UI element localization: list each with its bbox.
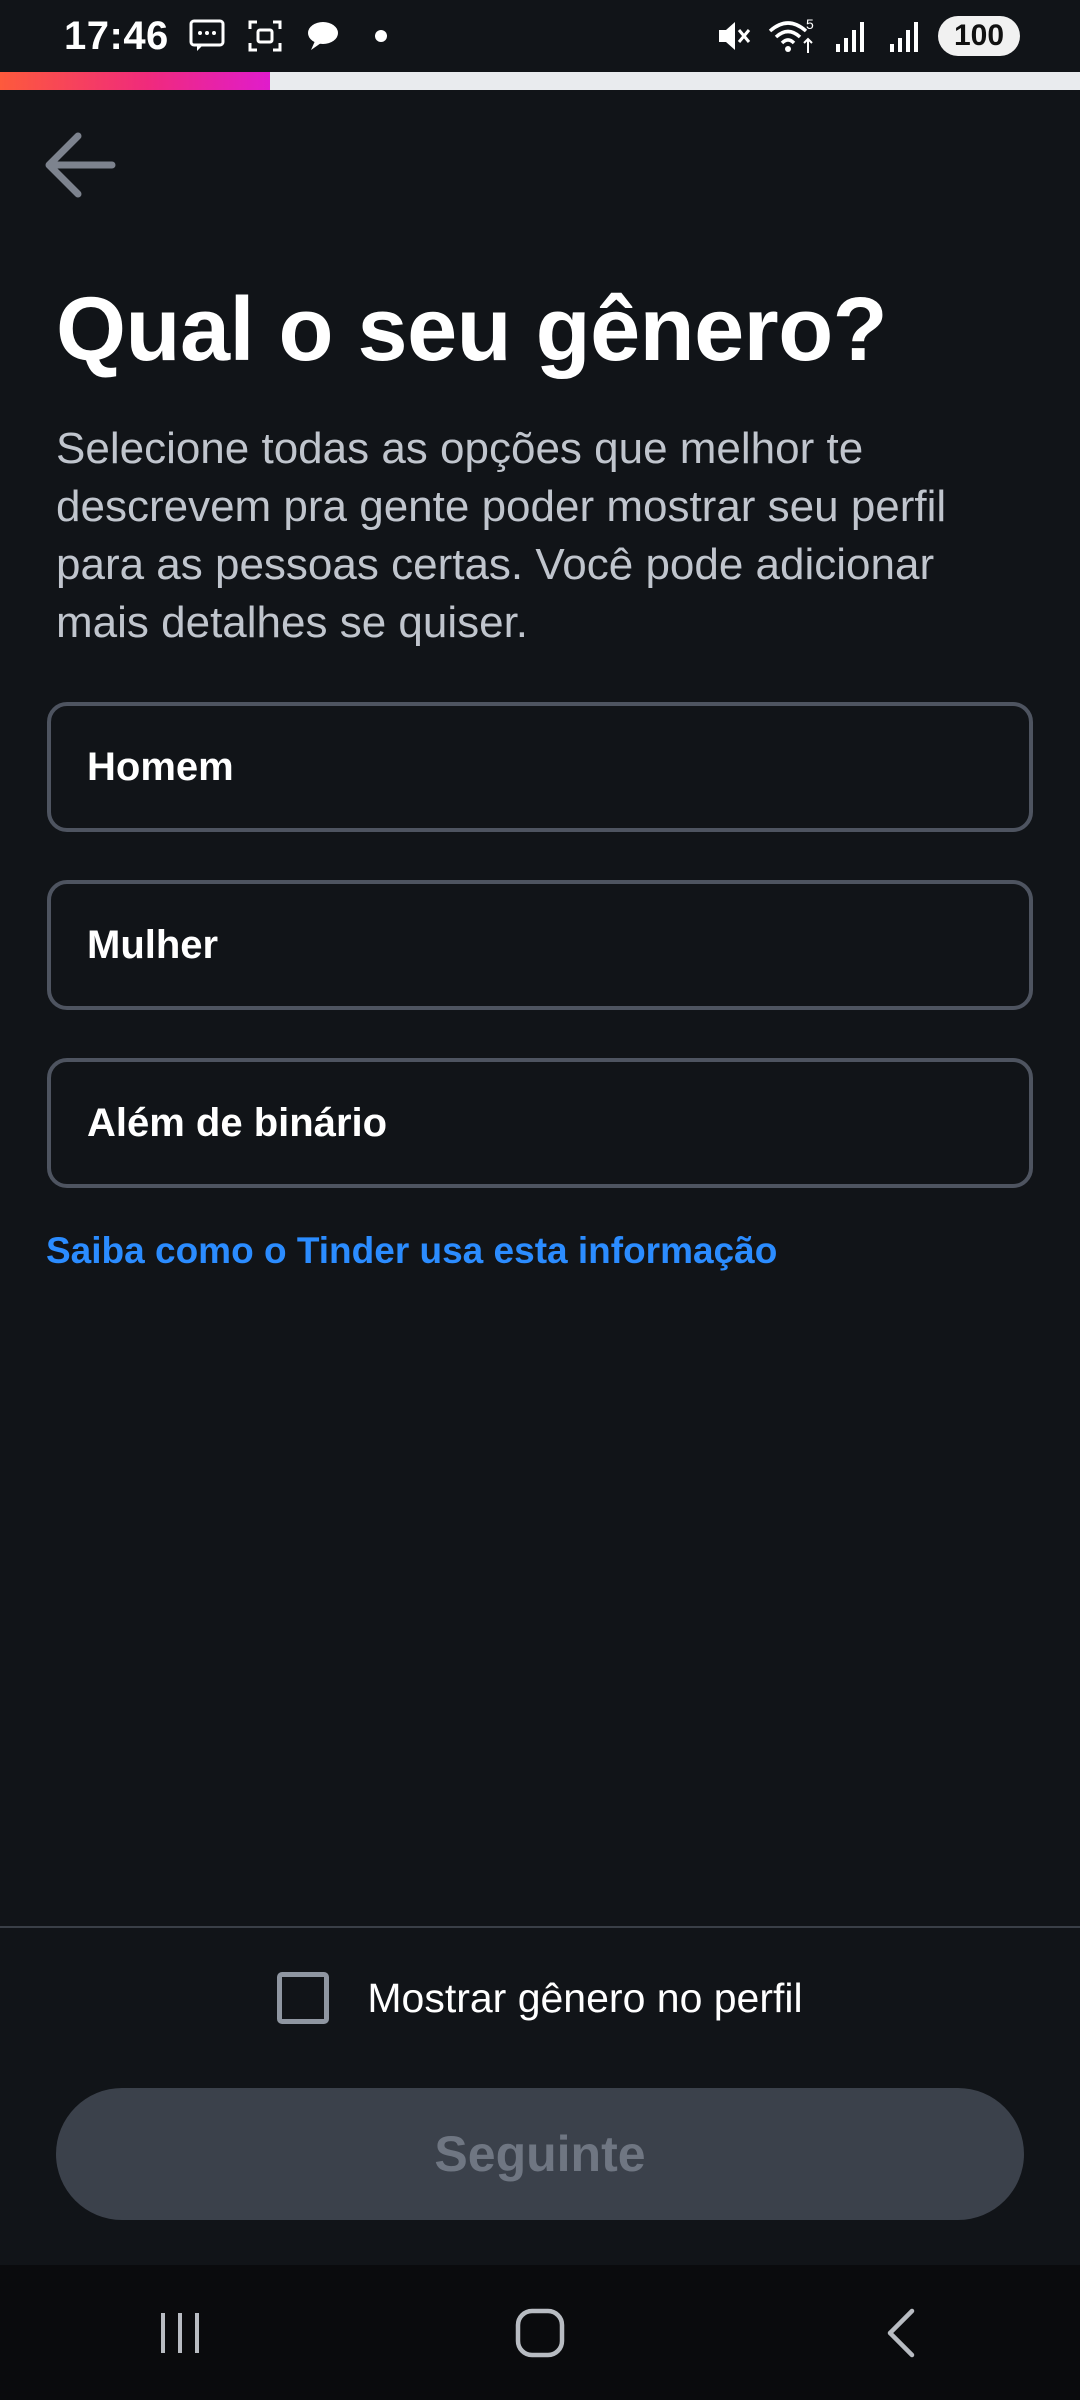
mute-icon (714, 16, 754, 56)
next-button[interactable]: Seguinte (56, 2088, 1024, 2220)
status-left: 17:46 (64, 14, 401, 59)
bottom-divider (0, 1926, 1080, 1928)
option-label: Além de binário (87, 1100, 388, 1145)
show-gender-label: Mostrar gênero no perfil (367, 1974, 803, 2021)
signal-icon-2 (884, 16, 924, 56)
recent-apps-icon (161, 2312, 199, 2353)
wifi-icon: 5 (768, 16, 816, 56)
option-label: Mulher (87, 922, 219, 967)
show-gender-row: Mostrar gênero no perfil (0, 1968, 1080, 2028)
status-bar: 17:46 5 100 (0, 0, 1080, 72)
page-title: Qual o seu gênero? (56, 280, 888, 380)
chat-bubble-icon (303, 16, 343, 56)
show-gender-checkbox[interactable] (277, 1972, 330, 2024)
notification-dot-icon (361, 16, 401, 56)
home-icon (515, 2308, 565, 2357)
option-label: Homem (87, 744, 234, 789)
progress-fill (0, 72, 270, 90)
home-button[interactable] (480, 2283, 600, 2383)
chevron-left-icon (887, 2308, 915, 2357)
recent-apps-button[interactable] (120, 2283, 240, 2383)
option-homem[interactable]: Homem (47, 702, 1033, 832)
signal-icon (830, 16, 870, 56)
option-mulher[interactable]: Mulher (47, 880, 1033, 1010)
message-icon (187, 16, 227, 56)
status-right: 5 100 (714, 16, 1020, 56)
back-button[interactable] (34, 120, 124, 210)
system-back-button[interactable] (840, 2283, 960, 2383)
arrow-left-icon (45, 132, 116, 198)
system-nav-bar (0, 2265, 1080, 2400)
status-time: 17:46 (64, 13, 169, 58)
screen: 17:46 5 100 Qual o seu gênero? Selecione… (0, 0, 1080, 2400)
page-description: Selecione todas as opções que melhor te … (56, 424, 947, 647)
battery-indicator: 100 (938, 16, 1020, 56)
option-alem-de-binario[interactable]: Além de binário (47, 1058, 1033, 1188)
screenshot-icon (245, 16, 285, 56)
network-badge: 5 (806, 17, 814, 32)
progress-bar (0, 72, 1080, 90)
learn-more-link[interactable]: Saiba como o Tinder usa esta informação (46, 1230, 777, 1272)
